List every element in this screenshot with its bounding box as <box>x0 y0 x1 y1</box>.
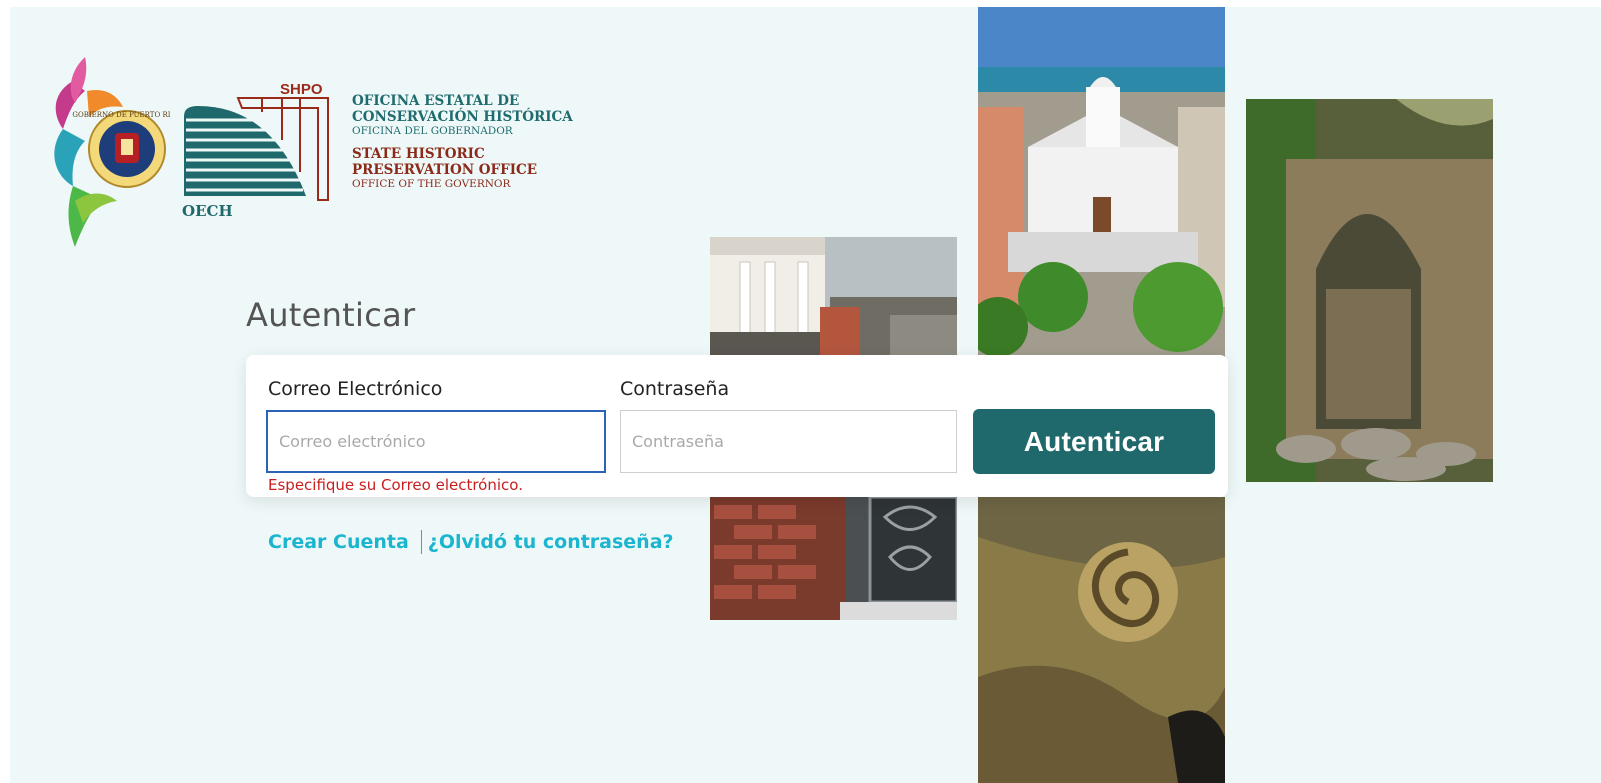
link-separator <box>420 530 422 554</box>
petroglyph-rock-photo <box>978 497 1225 783</box>
login-page: GOBIERNO DE PUERTO RICO SHPO OECH <box>10 7 1601 783</box>
login-form: Correo Electrónico Especifique su Correo… <box>246 355 1228 497</box>
oech-shpo-logo: SHPO OECH <box>182 80 337 220</box>
org-name-en-line3: OFFICE OF THE GOVERNOR <box>352 178 511 191</box>
organization-name: OFICINA ESTATAL DE CONSERVACIÓN HISTÓRIC… <box>352 93 573 191</box>
gobierno-puerto-rico-logo: GOBIERNO DE PUERTO RICO <box>45 51 182 251</box>
email-error-message: Especifique su Correo electrónico. <box>268 476 523 494</box>
org-name-en-line2: PRESERVATION OFFICE <box>352 161 538 178</box>
login-title: Autenticar <box>246 296 416 334</box>
email-input[interactable] <box>266 410 606 473</box>
stone-arch-photo <box>1246 99 1493 482</box>
forgot-password-link[interactable]: ¿Olvidó tu contraseña? <box>428 531 674 553</box>
password-input[interactable] <box>620 410 957 473</box>
org-name-es-line2: CONSERVACIÓN HISTÓRICA <box>352 108 573 125</box>
password-label: Contraseña <box>620 378 730 400</box>
brick-door-photo <box>710 497 957 620</box>
create-account-link[interactable]: Crear Cuenta <box>268 531 409 553</box>
church-plaza-photo <box>978 7 1225 362</box>
shpo-label: SHPO <box>280 81 323 98</box>
org-name-es-line3: OFICINA DEL GOBERNADOR <box>352 125 513 138</box>
email-label: Correo Electrónico <box>268 378 443 400</box>
authenticate-button[interactable]: Autenticar <box>973 409 1215 474</box>
gazebo-photo <box>710 237 957 362</box>
org-name-en-line1: STATE HISTORIC <box>352 146 485 163</box>
account-links: Crear Cuenta ¿Olvidó tu contraseña? <box>268 530 674 554</box>
org-name-es-line1: OFICINA ESTATAL DE <box>352 93 520 109</box>
seal-text: GOBIERNO DE PUERTO RICO <box>72 111 170 119</box>
oech-label: OECH <box>182 202 233 220</box>
